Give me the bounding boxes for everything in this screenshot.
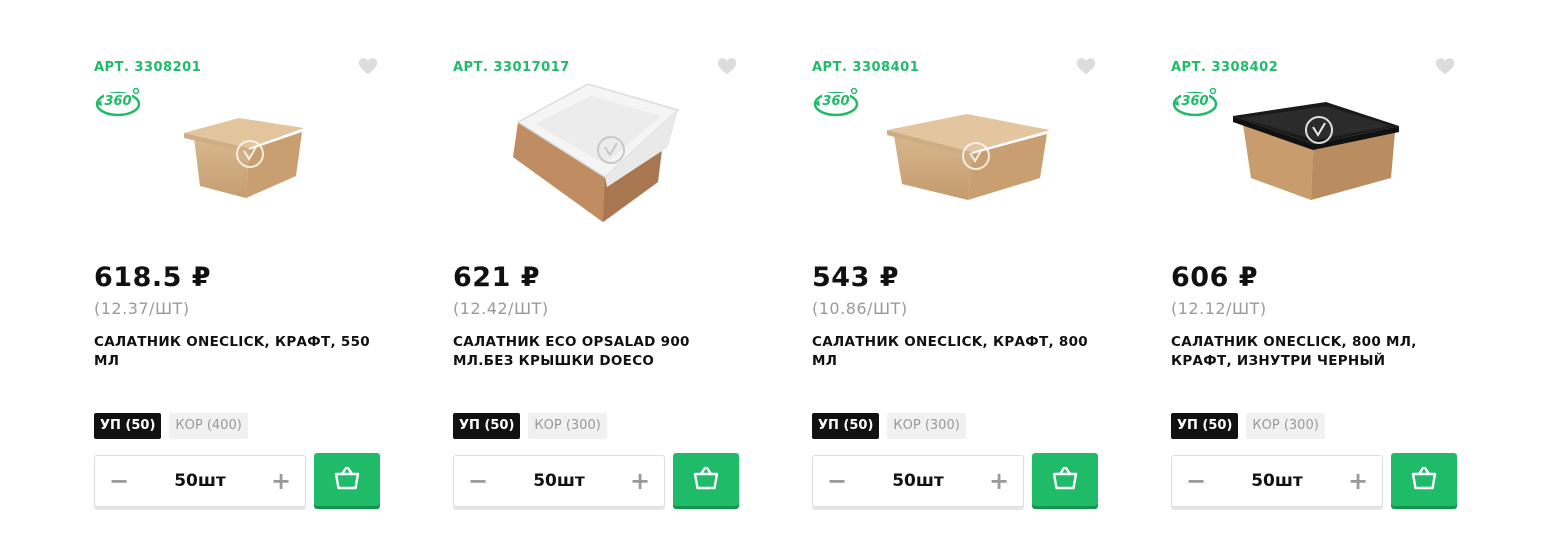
- product-image[interactable]: [154, 78, 384, 238]
- svg-text:360: 360: [822, 94, 849, 109]
- basket-icon: [693, 466, 719, 490]
- plus-icon[interactable]: +: [979, 456, 1019, 506]
- unit-price: (12.42/ШТ): [453, 299, 549, 318]
- heart-icon[interactable]: [1075, 55, 1097, 77]
- quantity-stepper: − +: [812, 455, 1024, 507]
- quantity-input[interactable]: [863, 456, 973, 506]
- pack-option-box[interactable]: КОР (300): [1246, 413, 1325, 439]
- quantity-stepper: − +: [1171, 455, 1383, 507]
- pack-option-box[interactable]: КОР (400): [169, 413, 248, 439]
- pack-option-pack[interactable]: УП (50): [812, 413, 880, 439]
- heart-icon[interactable]: [1434, 55, 1456, 77]
- article-number: АРТ. 3308201: [94, 60, 202, 75]
- svg-text:360: 360: [1181, 94, 1208, 109]
- plus-icon[interactable]: +: [1338, 456, 1378, 506]
- quantity-input[interactable]: [1222, 456, 1332, 506]
- product-card: АРТ. 3308401 360 543 ₽ (10.86/ШТ) САЛАТН…: [812, 0, 1112, 556]
- add-to-cart-button[interactable]: [1391, 453, 1457, 506]
- basket-icon: [1052, 466, 1078, 490]
- basket-icon: [334, 466, 360, 490]
- add-to-cart-button[interactable]: [673, 453, 739, 506]
- heart-icon[interactable]: [357, 55, 379, 77]
- pack-selector: УП (50) КОР (300): [1171, 413, 1325, 439]
- product-name[interactable]: Салатник OneClick, 800 мл, крафт, изнутр…: [1171, 333, 1456, 371]
- unit-price: (10.86/ШТ): [812, 299, 908, 318]
- article-number: АРТ. 3308402: [1171, 60, 1279, 75]
- pack-option-pack[interactable]: УП (50): [94, 413, 162, 439]
- pack-option-box[interactable]: КОР (300): [887, 413, 966, 439]
- quantity-stepper: − +: [453, 455, 665, 507]
- rotate-360-icon[interactable]: 360: [812, 84, 860, 120]
- pack-option-box[interactable]: КОР (300): [528, 413, 607, 439]
- product-grid: АРТ. 3308201 360 618.5 ₽ (12.37/ШТ) САЛА…: [0, 0, 1544, 556]
- unit-price: (12.12/ШТ): [1171, 299, 1267, 318]
- rotate-360-icon[interactable]: 360: [1171, 84, 1219, 120]
- svg-text:360: 360: [104, 94, 131, 109]
- price: 543 ₽: [812, 262, 900, 293]
- price: 621 ₽: [453, 262, 541, 293]
- product-name[interactable]: Салатник ECO OpSalad 900 мл.без крышки D…: [453, 333, 738, 371]
- add-to-cart-button[interactable]: [1032, 453, 1098, 506]
- product-image[interactable]: [1231, 78, 1461, 238]
- product-image[interactable]: [872, 78, 1102, 238]
- pack-selector: УП (50) КОР (300): [453, 413, 607, 439]
- product-card: АРТ. 3308402 360 606 ₽ (12.12/ШТ) САЛАТН…: [1171, 0, 1471, 556]
- product-name[interactable]: Салатник OneClick, крафт, 550 мл: [94, 333, 379, 371]
- minus-icon[interactable]: −: [817, 456, 857, 506]
- minus-icon[interactable]: −: [99, 456, 139, 506]
- pack-selector: УП (50) КОР (400): [94, 413, 248, 439]
- quantity-input[interactable]: [145, 456, 255, 506]
- product-card: АРТ. 33017017 621 ₽ (12.42/ШТ) Салатник …: [453, 0, 753, 556]
- product-name[interactable]: Салатник OneClick, крафт, 800 мл: [812, 333, 1097, 371]
- product-card: АРТ. 3308201 360 618.5 ₽ (12.37/ШТ) САЛА…: [94, 0, 394, 556]
- price: 618.5 ₽: [94, 262, 212, 293]
- quantity-stepper: − +: [94, 455, 306, 507]
- pack-option-pack[interactable]: УП (50): [1171, 413, 1239, 439]
- article-number: АРТ. 3308401: [812, 60, 920, 75]
- price: 606 ₽: [1171, 262, 1259, 293]
- pack-option-pack[interactable]: УП (50): [453, 413, 521, 439]
- minus-icon[interactable]: −: [1176, 456, 1216, 506]
- pack-selector: УП (50) КОР (300): [812, 413, 966, 439]
- basket-icon: [1411, 466, 1437, 490]
- plus-icon[interactable]: +: [620, 456, 660, 506]
- rotate-360-icon[interactable]: 360: [94, 84, 142, 120]
- add-to-cart-button[interactable]: [314, 453, 380, 506]
- quantity-input[interactable]: [504, 456, 614, 506]
- product-image[interactable]: [473, 72, 723, 232]
- unit-price: (12.37/ШТ): [94, 299, 190, 318]
- plus-icon[interactable]: +: [261, 456, 301, 506]
- minus-icon[interactable]: −: [458, 456, 498, 506]
